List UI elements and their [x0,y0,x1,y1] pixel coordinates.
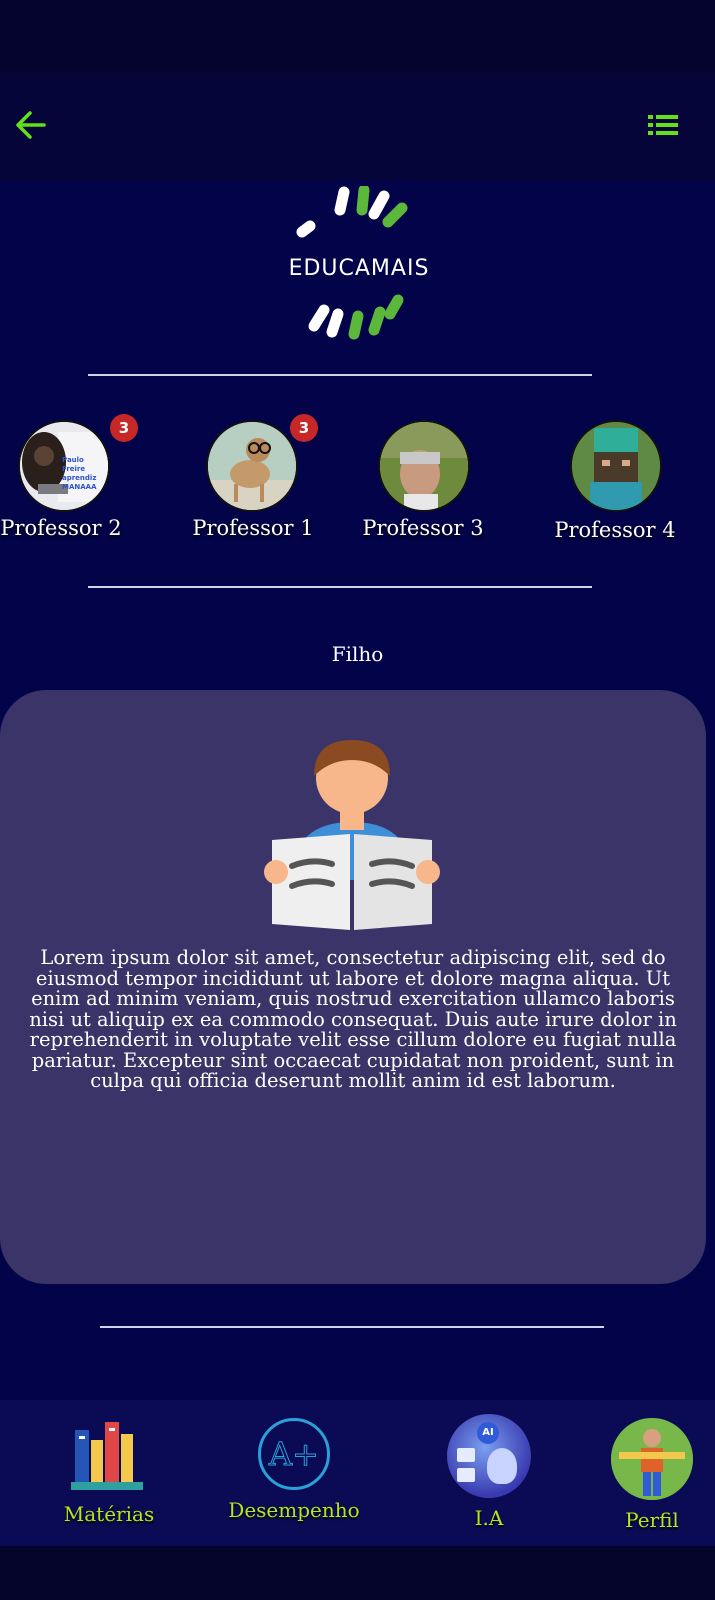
teacher-avatar [378,420,470,512]
profile-avatar-icon [611,1418,693,1500]
menu-button[interactable] [646,108,682,142]
teacher-item-professor-1[interactable]: 3 Professor 1 [178,414,328,554]
teacher-avatar [570,420,662,512]
teacher-name: Professor 4 [554,518,676,542]
list-menu-icon [648,115,678,135]
child-info-card: Lorem ipsum dolor sit amet, consectetur … [0,690,706,1284]
divider-middle [88,586,592,588]
teacher-name: Professor 1 [192,516,314,540]
bottom-navigation: Matérias A+ Desempenho AI I.A Perfil [0,1400,715,1546]
nav-label: Desempenho [228,1498,360,1522]
nav-label: Matérias [63,1502,155,1526]
notification-badge: 3 [110,414,138,442]
books-icon [71,1422,143,1490]
nav-item-materias[interactable]: Matérias [44,1414,174,1542]
teacher-item-professor-4[interactable]: Professor 4 [540,414,690,554]
teachers-list: Paulo Freire aprendiz MANAAA 3 Professor… [0,414,715,554]
notification-badge: 3 [290,414,318,442]
avatar-caption-line-2: aprendiz MANAAA [62,474,97,491]
grade-a-plus-icon: A+ [258,1418,330,1490]
avatar-caption-line-1: Paulo Freire [62,456,86,473]
nav-item-perfil[interactable]: Perfil [602,1414,702,1542]
teacher-avatar [206,420,298,512]
minecraft-avatar-image [572,422,660,510]
teacher-name: Professor 3 [362,516,484,540]
divider-bottom [100,1326,604,1328]
teacher-avatar: Paulo Freire aprendiz MANAAA [18,420,110,512]
man-avatar-image [380,422,468,510]
teacher-item-professor-3[interactable]: Professor 3 [348,414,498,554]
educamais-logo: EDUCAMAIS [270,186,448,354]
nav-label: Perfil [625,1508,679,1532]
app-bar [0,72,715,180]
arrow-left-icon [16,111,46,139]
nav-item-desempenho[interactable]: A+ Desempenho [214,1414,374,1542]
divider-top [88,374,592,376]
back-button[interactable] [14,108,48,142]
nav-item-ia[interactable]: AI I.A [434,1414,544,1542]
teacher-item-professor-2[interactable]: Paulo Freire aprendiz MANAAA 3 Professor… [0,414,138,554]
grade-icon-text: A+ [269,1435,320,1474]
nav-label: I.A [474,1506,504,1530]
logo-text: EDUCAMAIS [288,256,430,281]
ai-icon-text: AI [477,1422,499,1444]
teacher-name: Professor 2 [0,516,122,540]
status-bar [0,0,715,72]
system-navigation-bar [0,1546,715,1600]
child-section-title: Filho [331,642,384,666]
reading-student-icon [264,740,440,930]
ai-robot-icon: AI [447,1414,531,1498]
child-description: Lorem ipsum dolor sit amet, consectetur … [29,946,677,1092]
dog-avatar-image [208,422,296,510]
